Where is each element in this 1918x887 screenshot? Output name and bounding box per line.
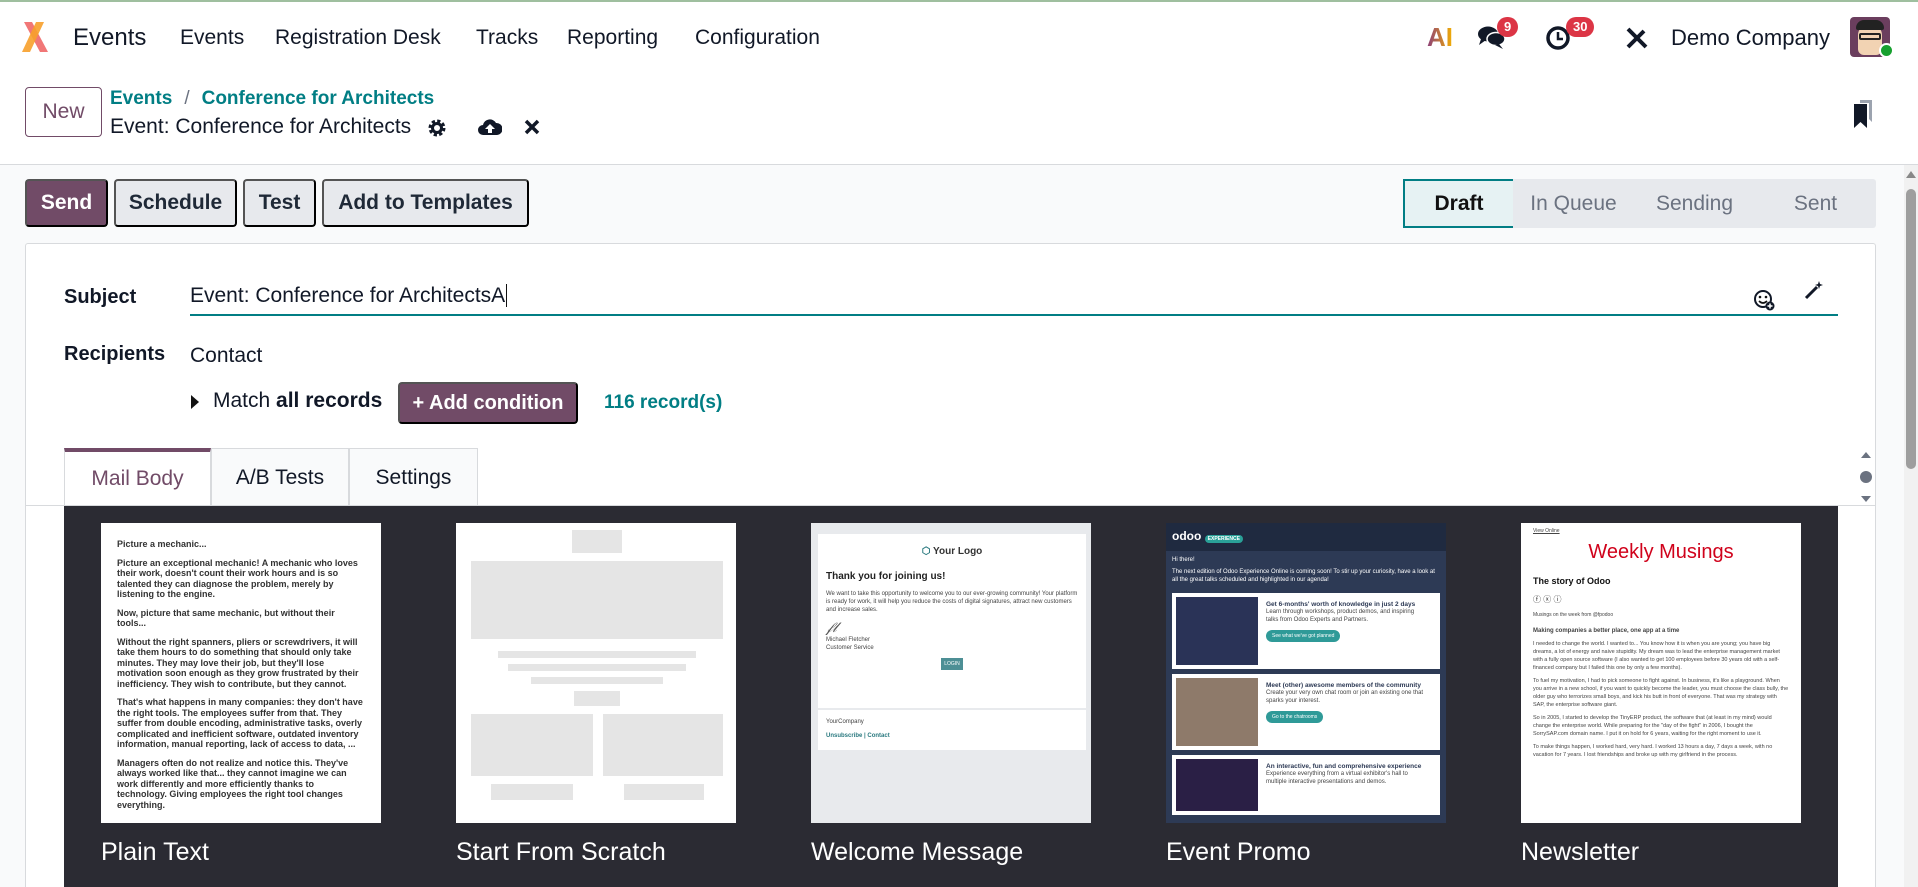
record-count-link[interactable]: 116 record(s): [604, 392, 722, 414]
schedule-button[interactable]: Schedule: [114, 179, 237, 227]
scroll-up-icon[interactable]: [1906, 170, 1916, 178]
gear-icon[interactable]: [427, 118, 447, 138]
panel-resize-handle[interactable]: [1859, 450, 1873, 506]
recipients-label: Recipients: [64, 343, 166, 365]
subject-label: Subject: [64, 286, 137, 308]
online-status-dot: [1879, 43, 1894, 58]
template-welcome-message[interactable]: ⬡ Your Logo Thank you for joining us! We…: [811, 523, 1091, 823]
bookmark-icon[interactable]: [1852, 100, 1874, 130]
save-cloud-icon[interactable]: [478, 117, 502, 137]
activities-badge: 30: [1566, 17, 1595, 37]
record-title: Event: Conference for Architects: [110, 115, 412, 138]
stage-draft[interactable]: Draft: [1403, 179, 1513, 228]
add-condition-button[interactable]: + Add condition: [398, 382, 578, 424]
template-newsletter[interactable]: View Online Weekly Musings The story of …: [1521, 523, 1801, 823]
template-label[interactable]: Plain Text: [101, 838, 209, 867]
tools-icon[interactable]: [1624, 25, 1650, 51]
page-scrollbar[interactable]: [1904, 165, 1918, 887]
tab-ab-tests[interactable]: A/B Tests: [211, 448, 349, 506]
domain-match-text: Match all records: [213, 389, 383, 412]
tab-settings[interactable]: Settings: [349, 448, 478, 506]
status-bar: Draft In Queue Sending Sent: [1403, 179, 1876, 228]
add-to-templates-button[interactable]: Add to Templates: [322, 179, 529, 227]
caret-right-icon[interactable]: [190, 394, 200, 410]
emoji-picker-icon[interactable]: [1753, 289, 1775, 311]
app-brand[interactable]: Events: [73, 24, 146, 52]
plain-text-preview: Picture a mechanic... Picture an exceptio…: [117, 539, 363, 810]
menu-reporting[interactable]: Reporting: [567, 26, 658, 50]
menu-tracks[interactable]: Tracks: [476, 26, 538, 50]
navbar: Events Events Registration Desk Tracks R…: [0, 0, 1918, 74]
company-switcher[interactable]: Demo Company: [1671, 25, 1830, 51]
subject-input[interactable]: Event: Conference for ArchitectsA: [190, 284, 1838, 316]
template-label[interactable]: Newsletter: [1521, 838, 1639, 867]
recipients-model[interactable]: Contact: [190, 344, 262, 368]
template-label[interactable]: Welcome Message: [811, 838, 1023, 867]
messages-badge: 9: [1497, 17, 1519, 37]
template-label[interactable]: Event Promo: [1166, 838, 1311, 867]
stage-in-queue[interactable]: In Queue: [1513, 179, 1634, 228]
ai-icon[interactable]: AI: [1427, 22, 1453, 53]
menu-events[interactable]: Events: [180, 26, 244, 50]
template-label[interactable]: Start From Scratch: [456, 838, 666, 867]
tab-mail-body[interactable]: Mail Body: [64, 448, 211, 506]
template-event-promo[interactable]: odoo EXPERIENCE Hi there! The next editi…: [1166, 523, 1446, 823]
menu-registration-desk[interactable]: Registration Desk: [275, 26, 441, 50]
breadcrumb-conference[interactable]: Conference for Architects: [202, 88, 435, 109]
template-plain-text[interactable]: Picture a mechanic... Picture an exceptio…: [101, 523, 381, 823]
ai-magic-wand-icon[interactable]: [1803, 279, 1825, 301]
send-button[interactable]: Send: [25, 179, 108, 227]
menu-configuration[interactable]: Configuration: [695, 26, 820, 50]
test-button[interactable]: Test: [243, 179, 316, 227]
breadcrumb: Events / Conference for Architects: [110, 88, 435, 109]
breadcrumb-events[interactable]: Events: [110, 88, 172, 109]
discard-x-icon[interactable]: [524, 119, 540, 135]
new-button[interactable]: New: [25, 87, 102, 137]
template-start-from-scratch[interactable]: [456, 523, 736, 823]
events-app-logo-icon[interactable]: [18, 20, 52, 54]
scrollbar-thumb[interactable]: [1906, 189, 1916, 469]
stage-sent[interactable]: Sent: [1755, 179, 1876, 228]
stage-sending[interactable]: Sending: [1634, 179, 1755, 228]
